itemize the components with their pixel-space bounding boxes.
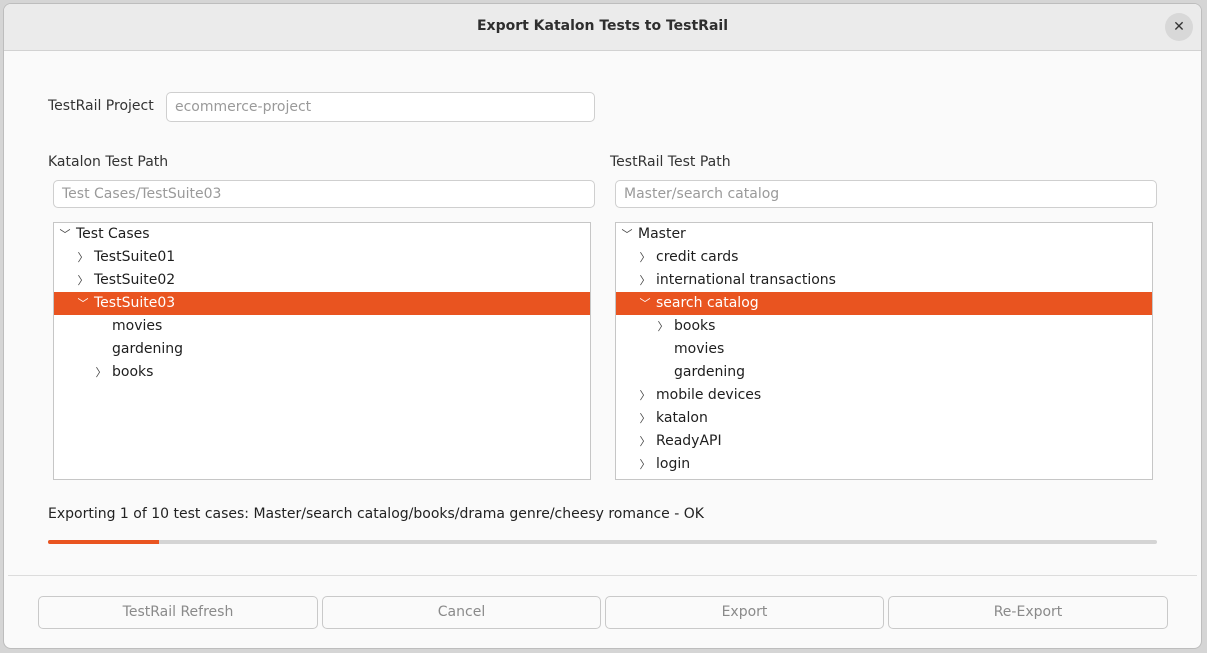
testrail-tree-item[interactable]: gardening [616,361,1152,384]
dialog-title: Export Katalon Tests to TestRail [476,18,729,34]
testrail-refresh-button[interactable]: TestRail Refresh [38,596,318,629]
testrail-tree-item[interactable]: 〉 katalon [616,407,1152,430]
testrail-project-label: TestRail Project [48,98,154,114]
testrail-project-input[interactable]: ecommerce-project [166,92,595,122]
chevron-down-icon[interactable]: ﹀ [620,223,634,246]
chevron-right-icon[interactable]: 〉 [638,453,652,476]
katalon-tree-item[interactable]: ﹀ TestSuite03 [54,292,590,315]
tree-item-label: gardening [674,364,745,380]
testrail-tree-item[interactable]: movies [616,338,1152,361]
testrail-tree-item[interactable]: 〉 books [616,315,1152,338]
katalon-tree-item[interactable]: gardening [54,338,590,361]
testrail-tree-item[interactable]: ﹀ search catalog [616,292,1152,315]
tree-item-label: movies [112,318,163,334]
tree-item-label: ReadyAPI [656,433,722,449]
tree-item-label: books [112,364,154,380]
katalon-tree-item[interactable]: ﹀ Test Cases [54,223,590,246]
testrail-tree-item[interactable]: 〉 international transactions [616,269,1152,292]
close-button[interactable]: ✕ [1165,13,1193,41]
tree-item-label: TestSuite03 [94,295,176,311]
tree-item-label: credit cards [656,249,739,265]
tree-item-label: login [656,456,691,472]
chevron-right-icon[interactable]: 〉 [638,407,652,430]
katalon-tree-item[interactable]: 〉 TestSuite02 [54,269,590,292]
katalon-tree[interactable]: ﹀ Test Cases 〉 TestSuite01 〉 TestSuite02 ﹀ Test… [53,222,591,480]
chevron-right-icon[interactable]: 〉 [94,361,108,384]
katalon-tree-item[interactable]: movies [54,315,590,338]
re-export-button[interactable]: Re-Export [888,596,1168,629]
katalon-test-path-input[interactable]: Test Cases/TestSuite03 [53,180,595,208]
chevron-right-icon[interactable]: 〉 [638,246,652,269]
tree-item-label: Master [638,226,686,242]
tree-item-label: TestSuite01 [94,249,176,265]
testrail-tree-item[interactable]: 〉 ReadyAPI [616,430,1152,453]
tree-item-label: mobile devices [656,387,762,403]
katalon-test-path-label: Katalon Test Path [48,154,169,170]
testrail-test-path-input[interactable]: Master/search catalog [615,180,1157,208]
chevron-right-icon[interactable]: 〉 [638,430,652,453]
tree-item-label: search catalog [656,295,759,311]
title-bar: Export Katalon Tests to TestRail ✕ [4,4,1201,51]
progress-fill [48,540,159,544]
testrail-tree-item[interactable]: 〉 login [616,453,1152,476]
testrail-tree-item[interactable]: 〉 mobile devices [616,384,1152,407]
tree-item-label: books [674,318,716,334]
chevron-right-icon[interactable]: 〉 [638,384,652,407]
testrail-test-path-label: TestRail Test Path [610,154,731,170]
katalon-tree-item[interactable]: 〉 books [54,361,590,384]
export-status: Exporting 1 of 10 test cases: Master/sea… [48,506,704,522]
export-button[interactable]: Export [605,596,884,629]
chevron-down-icon[interactable]: ﹀ [58,223,72,246]
cancel-button[interactable]: Cancel [322,596,601,629]
chevron-right-icon[interactable]: 〉 [656,315,670,338]
tree-item-label: TestSuite02 [94,272,176,288]
tree-item-label: katalon [656,410,708,426]
chevron-down-icon[interactable]: ﹀ [76,292,90,315]
progress-bar [48,540,1157,544]
testrail-tree-item[interactable]: 〉 credit cards [616,246,1152,269]
tree-item-label: movies [674,341,725,357]
tree-item-label: gardening [112,341,183,357]
tree-item-label: Test Cases [76,226,150,242]
footer-divider [8,575,1197,576]
chevron-right-icon[interactable]: 〉 [76,246,90,269]
testrail-tree-item[interactable]: ﹀ Master [616,223,1152,246]
testrail-tree[interactable]: ﹀ Master 〉 credit cards 〉 international trans… [615,222,1153,480]
tree-item-label: international transactions [656,272,836,288]
export-dialog: Export Katalon Tests to TestRail ✕ TestR… [3,3,1202,649]
katalon-tree-item[interactable]: 〉 TestSuite01 [54,246,590,269]
chevron-right-icon[interactable]: 〉 [638,269,652,292]
chevron-down-icon[interactable]: ﹀ [638,292,652,315]
chevron-right-icon[interactable]: 〉 [76,269,90,292]
close-icon: ✕ [1173,19,1185,35]
